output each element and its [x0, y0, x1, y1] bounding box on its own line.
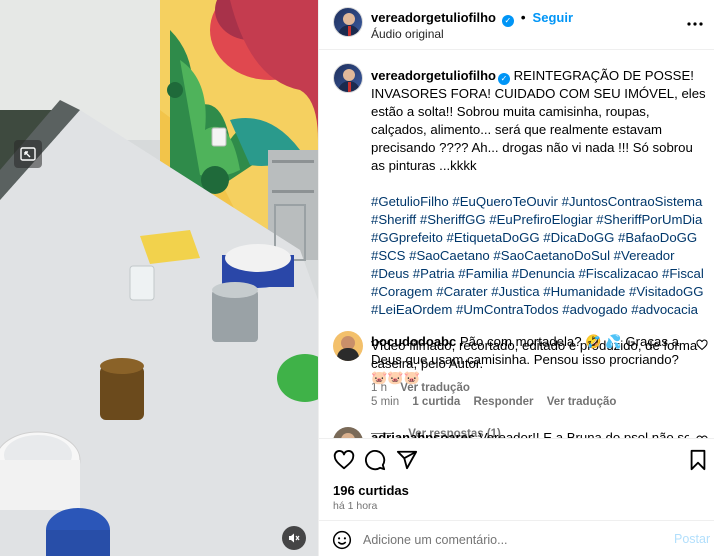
post-time: há 1 hora — [333, 500, 378, 512]
comment-username[interactable]: adrianahpsoares — [371, 430, 475, 438]
share-icon — [396, 450, 418, 470]
caption-text: REINTEGRAÇÃO DE POSSE! INVASORES FORA! C… — [371, 68, 706, 173]
comment-text: Vereador!! E a Bruna do psol não sofrerá — [478, 430, 689, 438]
more-icon — [687, 22, 703, 26]
mute-icon — [289, 533, 300, 543]
emoji-button[interactable] — [331, 529, 353, 551]
pip-icon — [20, 147, 36, 161]
save-button[interactable] — [685, 447, 711, 473]
comment-item: bocudodoabc Pão com mortadela? 🤣 💦 Graça… — [371, 333, 689, 438]
post-video[interactable] — [0, 0, 318, 556]
verified-icon: ✓ — [501, 15, 514, 27]
comment-username[interactable]: bocudodoabc — [371, 334, 456, 349]
more-options-button[interactable] — [683, 12, 707, 36]
comment-input[interactable] — [363, 529, 643, 551]
heart-icon — [333, 450, 355, 470]
audio-label[interactable]: Áudio original — [371, 27, 444, 41]
video-frame — [0, 0, 318, 556]
likes-count[interactable]: 196 curtidas — [333, 483, 409, 498]
author-username[interactable]: vereadorgetuliofilho — [371, 10, 496, 25]
caption-username[interactable]: vereadorgetuliofilho — [371, 68, 496, 83]
caption-hashtags[interactable]: #GetulioFilho #EuQueroTeOuvir #JuntosCon… — [371, 193, 707, 319]
pip-button[interactable] — [14, 140, 42, 168]
caption-avatar[interactable] — [333, 63, 363, 93]
comment-translate-link[interactable]: Ver tradução — [547, 396, 617, 408]
post-panel: vereadorgetuliofilho ✓ • Seguir Áudio or… — [318, 0, 714, 556]
post-header: vereadorgetuliofilho ✓ • Seguir Áudio or… — [319, 0, 714, 50]
follow-button[interactable]: Seguir — [533, 10, 573, 25]
share-button[interactable] — [394, 447, 420, 473]
commenter-avatar[interactable] — [333, 427, 363, 438]
verified-icon: ✓ — [497, 73, 510, 85]
post-actions: 196 curtidas há 1 hora — [319, 438, 714, 518]
bookmark-icon — [690, 449, 706, 471]
like-button[interactable] — [331, 447, 357, 473]
comment-icon — [365, 450, 386, 471]
comment-item: adrianahpsoares Vereador!! E a Bruna do … — [371, 429, 689, 438]
commenter-avatar[interactable] — [333, 331, 363, 361]
author-avatar[interactable] — [333, 7, 363, 37]
comment-like-icon[interactable] — [696, 339, 708, 351]
reply-button[interactable]: Responder — [473, 396, 533, 408]
comment-time: 5 min — [371, 396, 400, 408]
mute-button[interactable] — [282, 526, 306, 550]
emoji-icon — [332, 530, 352, 550]
add-comment-bar: Postar — [319, 520, 714, 556]
comment-likes[interactable]: 1 curtida — [412, 396, 460, 408]
comments-scroll[interactable]: vereadorgetuliofilho ✓ REINTEGRAÇÃO DE PO… — [319, 51, 714, 438]
comment-button[interactable] — [362, 447, 388, 473]
post-comment-button[interactable]: Postar — [674, 532, 710, 546]
